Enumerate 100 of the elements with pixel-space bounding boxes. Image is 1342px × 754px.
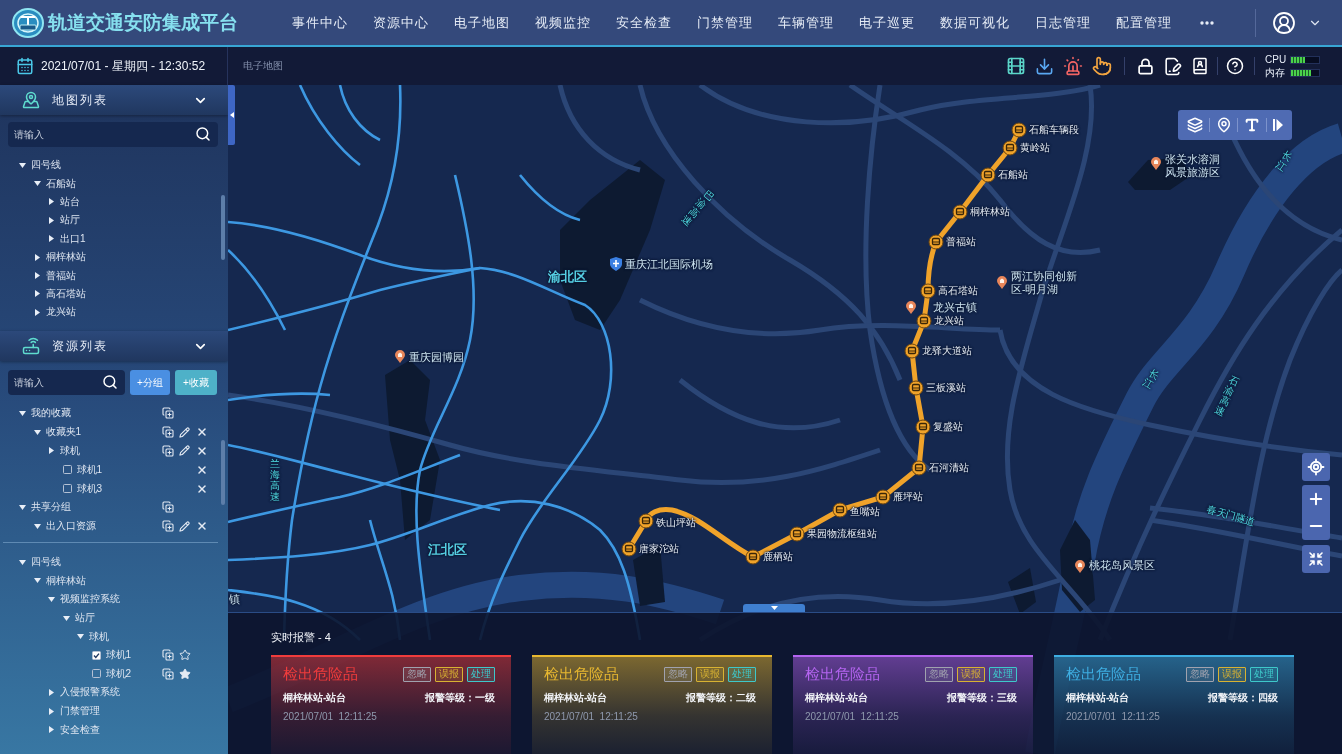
nav-item[interactable]: 门禁管理	[697, 13, 753, 32]
alert-action-button[interactable]: 处理	[467, 666, 495, 682]
section-header[interactable]: 地图列表	[0, 85, 228, 115]
station-marker-icon[interactable]	[832, 502, 848, 518]
add-copy-icon[interactable]	[161, 667, 174, 680]
tree-item[interactable]: 站厅	[74, 611, 95, 626]
add-copy-icon[interactable]	[161, 426, 174, 439]
locate-button[interactable]	[1302, 453, 1330, 481]
add-copy-icon[interactable]	[161, 520, 174, 533]
lock-icon[interactable]	[1137, 57, 1154, 75]
tree-item[interactable]: 站台	[60, 194, 80, 209]
tree-item[interactable]: 普福站	[45, 268, 76, 283]
tree-item[interactable]: 入侵报警系统	[60, 685, 120, 700]
alert-action-button[interactable]: 误报	[1218, 666, 1246, 682]
nav-item[interactable]: 安全检查	[616, 13, 672, 32]
tree-item[interactable]: 站厅	[60, 213, 80, 228]
tree-item[interactable]: 四号线	[31, 158, 61, 173]
caret-right-icon[interactable]	[49, 688, 54, 696]
tree-item[interactable]: 视频监控系统	[60, 592, 120, 607]
sidebar-collapse-handle[interactable]	[228, 85, 235, 145]
alert-action-button[interactable]: 忽略	[403, 666, 431, 682]
more-icon[interactable]	[1200, 20, 1214, 25]
fullscreen-button[interactable]	[1302, 545, 1330, 573]
panel-collapse-tab[interactable]	[743, 604, 805, 612]
caret-right-icon[interactable]	[49, 707, 54, 715]
alert-action-button[interactable]: 误报	[435, 666, 463, 682]
tree-item[interactable]: 共享分组	[31, 500, 71, 515]
station-marker-icon[interactable]	[908, 380, 924, 396]
checkbox[interactable]	[91, 650, 101, 660]
checkbox[interactable]	[91, 669, 101, 679]
tree-item[interactable]: 桐梓林站	[45, 573, 86, 588]
caret-down-icon[interactable]	[19, 504, 26, 510]
caret-right-icon[interactable]	[49, 726, 54, 734]
download-icon[interactable]	[1035, 56, 1054, 76]
station-marker-icon[interactable]	[920, 283, 936, 299]
avatar-icon[interactable]	[1272, 10, 1296, 35]
alert-action-button[interactable]: 处理	[989, 666, 1017, 682]
tree-item[interactable]: 桐梓林站	[45, 250, 86, 265]
caret-down-icon[interactable]	[33, 523, 41, 529]
alert-card[interactable]: 检出危险品 忽略 误报 处理 桐梓林站-站台 报警等级：四级 2021/07/01 12:11:25	[1054, 655, 1294, 754]
caret-right-icon[interactable]	[34, 272, 40, 280]
station-marker-icon[interactable]	[952, 204, 968, 220]
station-marker-icon[interactable]	[928, 234, 944, 250]
checkbox[interactable]	[62, 465, 72, 475]
scrollbar-thumb[interactable]	[221, 440, 225, 505]
hand-pointer-icon[interactable]	[1092, 56, 1112, 76]
nav-item[interactable]: 资源中心	[373, 13, 429, 32]
station-marker-icon[interactable]	[915, 419, 931, 435]
station-marker-icon[interactable]	[875, 489, 891, 505]
delete-icon[interactable]	[195, 520, 208, 533]
tree-item[interactable]: 门禁管理	[60, 704, 100, 719]
star-icon[interactable]	[178, 649, 191, 662]
station-marker-icon[interactable]	[904, 343, 920, 359]
search-icon[interactable]	[102, 374, 118, 390]
caret-down-icon[interactable]	[19, 162, 26, 168]
search-icon[interactable]	[195, 126, 211, 142]
caret-right-icon[interactable]	[34, 253, 40, 261]
add-copy-icon[interactable]	[161, 501, 174, 514]
tree-item[interactable]: 球机3	[76, 481, 103, 496]
alert-action-button[interactable]: 误报	[957, 666, 985, 682]
tree-item[interactable]: 龙兴站	[45, 305, 76, 320]
nav-item[interactable]: 视频监控	[535, 13, 591, 32]
add-copy-icon[interactable]	[161, 407, 174, 420]
section-header[interactable]: 资源列表	[0, 331, 228, 361]
search-field[interactable]: 请输入	[8, 370, 125, 395]
station-marker-icon[interactable]	[1011, 122, 1027, 138]
search-field[interactable]: 请输入	[8, 122, 218, 147]
help-icon[interactable]	[1226, 57, 1244, 75]
caret-down-icon[interactable]	[48, 597, 55, 602]
nav-item[interactable]: 电子地图	[454, 13, 510, 32]
text-tool-icon[interactable]	[1244, 117, 1261, 133]
caret-right-icon[interactable]	[49, 216, 54, 224]
delete-icon[interactable]	[195, 426, 208, 439]
tree-item[interactable]: 出口1	[60, 231, 86, 246]
caret-right-icon[interactable]	[34, 290, 40, 298]
caret-down-icon[interactable]	[77, 634, 84, 640]
station-marker-icon[interactable]	[789, 526, 805, 542]
caret-right-icon[interactable]	[34, 308, 40, 316]
pencil-icon[interactable]	[179, 445, 190, 457]
nav-item[interactable]: 配置管理	[1116, 13, 1172, 32]
tree-item[interactable]: 安全检查	[60, 722, 100, 737]
nav-item[interactable]: 事件中心	[292, 13, 348, 32]
tree-item[interactable]: 球机1	[76, 462, 103, 477]
tree-item[interactable]: 球机2	[105, 666, 132, 681]
alert-card[interactable]: 检出危险品 忽略 误报 处理 桐梓林站-站台 报警等级：三级 2021/07/01 12:11:25	[793, 655, 1033, 754]
caret-down-icon[interactable]	[19, 559, 26, 565]
tree-item[interactable]: 我的收藏	[31, 406, 71, 421]
caret-down-icon[interactable]	[62, 615, 70, 621]
tree-item[interactable]: 高石塔站	[45, 286, 86, 301]
delete-icon[interactable]	[195, 463, 208, 476]
edit-document-icon[interactable]	[1163, 56, 1182, 76]
tree-item[interactable]: 球机1	[105, 648, 132, 663]
station-marker-icon[interactable]	[638, 513, 654, 529]
film-icon[interactable]	[1006, 56, 1026, 76]
tree-item[interactable]: 石船站	[45, 176, 76, 191]
add-copy-icon[interactable]	[161, 649, 174, 662]
station-marker-icon[interactable]	[911, 460, 927, 476]
tree-item[interactable]: 出入口资源	[45, 519, 96, 534]
station-marker-icon[interactable]	[1002, 140, 1018, 156]
station-marker-icon[interactable]	[980, 167, 996, 183]
